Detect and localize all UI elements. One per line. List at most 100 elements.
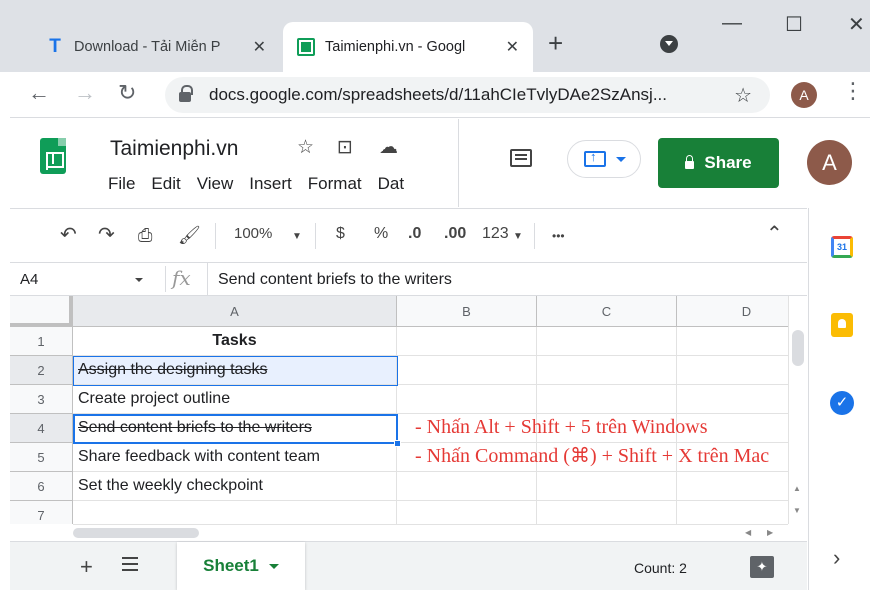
scroll-left-arrow-icon[interactable]: ◀ <box>745 528 751 537</box>
column-header-a[interactable]: A <box>73 296 397 327</box>
lock-icon[interactable] <box>179 85 193 102</box>
add-sheet-button[interactable]: + <box>80 554 93 580</box>
cell-c1[interactable] <box>537 327 677 356</box>
cell-c7[interactable] <box>537 501 677 524</box>
more-tools-button[interactable]: ••• <box>552 229 565 243</box>
sheets-logo-icon[interactable] <box>40 138 66 174</box>
cell-b3[interactable] <box>397 385 537 414</box>
number-format-button[interactable]: 123 <box>482 225 509 243</box>
document-title[interactable]: Taimienphi.vn <box>110 137 238 161</box>
cell-c2[interactable] <box>537 356 677 385</box>
minimize-icon[interactable]: — <box>722 12 742 35</box>
menu-insert[interactable]: Insert <box>249 174 292 194</box>
vertical-scrollbar[interactable]: ▲ ▼ <box>788 296 807 524</box>
chevron-down-icon[interactable] <box>135 278 143 282</box>
calendar-icon[interactable]: 31 <box>831 236 853 258</box>
collapse-menu-icon[interactable]: ⌃ <box>766 221 783 246</box>
fill-handle[interactable] <box>394 440 401 447</box>
row-header[interactable]: 4 <box>10 414 73 443</box>
cell-a1[interactable]: Tasks <box>73 327 397 356</box>
menu-view[interactable]: View <box>197 174 234 194</box>
scroll-down-arrow-icon[interactable]: ▼ <box>793 506 801 515</box>
chevron-down-icon[interactable] <box>268 563 279 569</box>
cell-c6[interactable] <box>537 472 677 501</box>
browser-menu-icon[interactable]: ⋮ <box>842 78 864 104</box>
present-button[interactable] <box>567 140 641 178</box>
horizontal-scroll-thumb[interactable] <box>73 528 199 538</box>
column-header-b[interactable]: B <box>397 296 537 327</box>
decrease-decimal-button[interactable]: .0 <box>408 225 421 243</box>
paint-format-icon[interactable]: 🖌 <box>178 225 201 246</box>
zoom-select[interactable]: 100% <box>234 225 272 242</box>
scroll-right-arrow-icon[interactable]: ▶ <box>767 528 773 537</box>
redo-icon[interactable]: ↷ <box>98 222 115 247</box>
star-icon[interactable]: ☆ <box>297 136 314 159</box>
selection-count[interactable]: Count: 2 <box>634 560 687 576</box>
name-box[interactable]: A4 <box>10 263 150 296</box>
address-bar[interactable]: docs.google.com/spreadsheets/d/11ahCIeTv… <box>165 77 770 113</box>
cell-d7[interactable] <box>677 501 788 524</box>
column-header-c[interactable]: C <box>537 296 677 327</box>
row-header[interactable]: 3 <box>10 385 73 414</box>
row-header[interactable]: 1 <box>10 327 73 356</box>
vertical-scroll-thumb[interactable] <box>792 330 804 366</box>
close-window-icon[interactable]: ✕ <box>848 12 865 37</box>
explore-icon[interactable]: ✦ <box>750 556 774 578</box>
account-avatar[interactable]: A <box>807 140 852 185</box>
cell-a3[interactable]: Create project outline <box>73 385 397 414</box>
formula-input[interactable]: Send content briefs to the writers <box>207 263 462 296</box>
cell-b2[interactable] <box>397 356 537 385</box>
chevron-right-icon[interactable]: › <box>833 545 840 571</box>
row-header[interactable]: 5 <box>10 443 73 472</box>
browser-tab-sheets[interactable]: Taimienphi.vn - Googl ✕ <box>283 22 533 72</box>
share-button[interactable]: Share <box>658 138 779 188</box>
reload-icon[interactable]: ↻ <box>118 80 136 106</box>
increase-decimal-button[interactable]: .00 <box>444 225 466 243</box>
cell-b1[interactable] <box>397 327 537 356</box>
forward-icon[interactable]: → <box>74 80 96 106</box>
print-icon[interactable]: ⎙ <box>138 225 152 246</box>
row-header[interactable]: 2 <box>10 356 73 385</box>
chevron-down-icon[interactable]: ▼ <box>292 231 302 242</box>
cloud-status-icon[interactable]: ☁ <box>379 136 398 159</box>
browser-profile-avatar[interactable]: A <box>791 82 817 108</box>
menu-file[interactable]: File <box>108 174 135 194</box>
tasks-icon[interactable]: ✓ <box>830 391 854 415</box>
percent-format-button[interactable]: % <box>374 225 388 243</box>
cell-a7[interactable] <box>73 501 397 524</box>
cell-a4[interactable]: Send content briefs to the writers <box>73 414 397 443</box>
row-header[interactable]: 6 <box>10 472 73 501</box>
close-tab-icon[interactable]: ✕ <box>506 37 519 57</box>
menu-edit[interactable]: Edit <box>151 174 180 194</box>
all-sheets-list-icon[interactable] <box>122 557 138 571</box>
tab-search-icon[interactable] <box>660 35 678 53</box>
keep-icon[interactable] <box>831 313 853 337</box>
currency-format-button[interactable]: $ <box>336 225 345 243</box>
cell-d1[interactable] <box>677 327 788 356</box>
cell-c3[interactable] <box>537 385 677 414</box>
cell-a5[interactable]: Share feedback with content team <box>73 443 397 472</box>
new-tab-button[interactable]: + <box>548 28 563 59</box>
column-header-d[interactable]: D <box>677 296 788 327</box>
scroll-up-arrow-icon[interactable]: ▲ <box>793 484 801 493</box>
browser-tab-download[interactable]: T Download - Tải Miễn P ✕ <box>32 22 280 72</box>
row-header[interactable]: 7 <box>10 501 73 524</box>
close-tab-icon[interactable]: ✕ <box>253 37 266 57</box>
menu-data[interactable]: Dat <box>378 174 404 194</box>
back-icon[interactable]: ← <box>28 80 50 106</box>
cell-d6[interactable] <box>677 472 788 501</box>
cell-b6[interactable] <box>397 472 537 501</box>
cell-b7[interactable] <box>397 501 537 524</box>
chevron-down-icon[interactable]: ▼ <box>513 231 523 242</box>
cell-d2[interactable] <box>677 356 788 385</box>
menu-format[interactable]: Format <box>308 174 362 194</box>
maximize-icon[interactable]: ☐ <box>785 12 803 37</box>
select-all-corner[interactable] <box>10 296 73 327</box>
cell-d3[interactable] <box>677 385 788 414</box>
horizontal-scrollbar[interactable]: ◀ ▶ <box>73 524 788 541</box>
comment-history-icon[interactable] <box>510 149 532 167</box>
cell-a2[interactable]: Assign the designing tasks <box>73 356 397 385</box>
move-folder-icon[interactable]: ⊡ <box>337 136 353 159</box>
undo-icon[interactable]: ↶ <box>60 222 77 247</box>
sheet-tab-sheet1[interactable]: Sheet1 <box>177 542 305 590</box>
